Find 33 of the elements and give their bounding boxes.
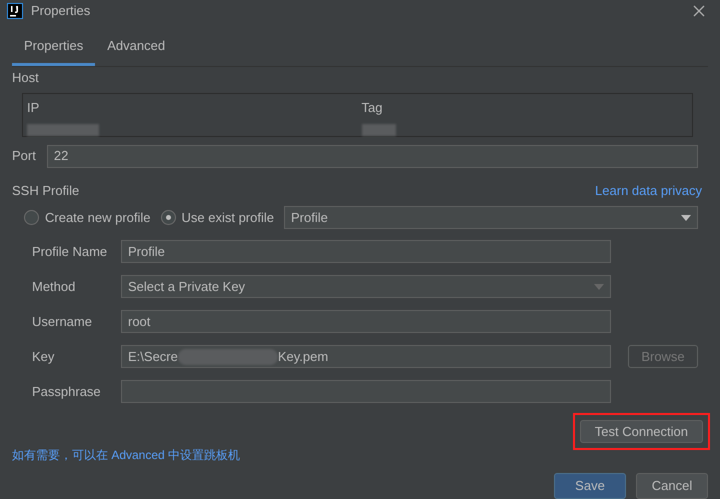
method-dropdown[interactable]: Select a Private Key: [121, 275, 611, 298]
column-header: Tag: [362, 98, 384, 117]
field-label: Passphrase: [32, 382, 102, 401]
radio-option[interactable]: Create new profile: [24, 208, 150, 228]
key-field[interactable]: E:\Secre Key.pem: [121, 345, 611, 368]
cancel-button[interactable]: Cancel: [636, 473, 708, 499]
port-field[interactable]: 22: [46, 144, 698, 168]
redacted-mark: [362, 124, 396, 136]
radio-option[interactable]: Use exist profile: [160, 208, 274, 228]
caret-icon: [681, 214, 691, 220]
privacy-link[interactable]: Learn data privacy: [595, 180, 702, 200]
text-field[interactable]: root: [121, 310, 611, 333]
field-label: Username: [32, 312, 93, 331]
redacted-mark: [27, 124, 99, 136]
field-label: Method: [32, 278, 76, 296]
test-connection-button[interactable]: Test Connection: [580, 420, 703, 443]
section-label: SSH Profile: [12, 182, 80, 200]
field-label: Port: [12, 147, 36, 166]
column-header: IP: [27, 98, 40, 116]
app-logo-icon: [7, 2, 23, 19]
tab[interactable]: Advanced: [95, 30, 178, 66]
section-label: Host: [12, 69, 40, 87]
field-label: Profile Name: [32, 242, 108, 261]
caret-icon: [594, 284, 604, 290]
window-title: Properties: [31, 2, 90, 20]
profile-dropdown[interactable]: Profile: [284, 206, 698, 229]
field-label: Key: [32, 348, 56, 366]
text-field[interactable]: Profile: [121, 240, 611, 263]
save-button[interactable]: Save: [554, 473, 626, 499]
tab[interactable]: Properties: [12, 30, 96, 66]
text-field[interactable]: [121, 380, 611, 403]
hint-text: 如有需要，可以在 Advanced 中设置跳板机: [12, 447, 242, 464]
close-icon[interactable]: [693, 4, 705, 17]
